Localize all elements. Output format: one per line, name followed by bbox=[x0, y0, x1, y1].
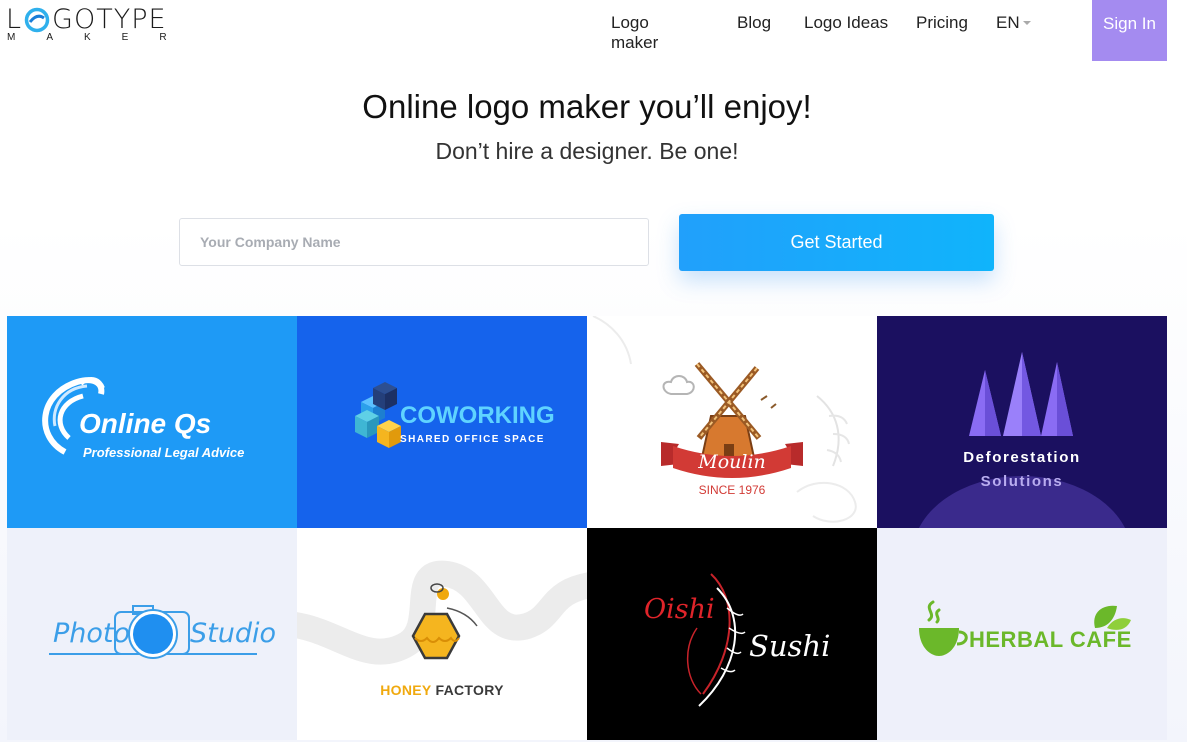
logo-tagline: Sushi bbox=[749, 629, 831, 663]
logo-name: Moulin bbox=[698, 451, 766, 473]
sign-in-button[interactable]: Sign In bbox=[1092, 0, 1167, 61]
logo-suffix: GOTYPE bbox=[52, 4, 167, 35]
nav-logo-maker[interactable]: Logo maker bbox=[611, 13, 658, 53]
logo-wordmark: L GOTYPE bbox=[6, 4, 181, 35]
logo-name: Oishi bbox=[644, 594, 715, 625]
hero-subtitle: Don’t hire a designer. Be one! bbox=[435, 138, 739, 164]
logo-tile-moulin[interactable]: Moulin SINCE 1976 bbox=[587, 316, 877, 528]
logo-tagline: Solutions bbox=[980, 473, 1064, 490]
logo-prefix: L bbox=[6, 4, 23, 35]
logo-tagline: FACTORY bbox=[435, 682, 504, 698]
brand-logo[interactable]: L GOTYPE MAKER bbox=[6, 4, 181, 50]
language-label: EN bbox=[996, 13, 1020, 32]
logo-tagline: Studio bbox=[190, 618, 276, 649]
logo-tile-coworking[interactable]: COWORKING SHARED OFFICE SPACE bbox=[297, 316, 587, 528]
logo-name: HERBAL CAFE bbox=[969, 627, 1132, 652]
logo-gallery: Online Qs Professional Legal Advice COWO… bbox=[7, 316, 1167, 740]
company-name-input[interactable] bbox=[179, 218, 649, 266]
get-started-button[interactable]: Get Started bbox=[679, 214, 994, 271]
site-header: L GOTYPE MAKER Logo maker Blog Logo Idea… bbox=[0, 0, 1187, 62]
logo-wordmark: HONEY FACTORY bbox=[297, 682, 587, 698]
trees-icon bbox=[918, 352, 1126, 528]
logo-tile-deforestation[interactable]: Deforestation Solutions bbox=[877, 316, 1167, 528]
chevron-down-icon bbox=[1022, 21, 1031, 25]
logo-name: Deforestation bbox=[963, 449, 1081, 466]
logo-tile-honey-factory[interactable]: HONEY FACTORY bbox=[297, 528, 587, 740]
logo-name: Photo bbox=[53, 618, 131, 649]
logo-tile-online-qs[interactable]: Online Qs Professional Legal Advice bbox=[7, 316, 297, 528]
language-selector[interactable]: EN bbox=[996, 13, 1031, 33]
logo-subtitle: MAKER bbox=[7, 32, 198, 43]
honeycomb-icon bbox=[297, 560, 587, 665]
logo-name: COWORKING bbox=[400, 402, 555, 429]
logo-name: Online Qs bbox=[79, 408, 212, 439]
nav-blog[interactable]: Blog bbox=[737, 13, 771, 33]
feather-icon bbox=[686, 573, 746, 707]
logo-tagline: SINCE 1976 bbox=[698, 483, 766, 497]
hero-title: Online logo maker you’ll enjoy! bbox=[362, 88, 812, 125]
nav-pricing[interactable]: Pricing bbox=[916, 13, 968, 33]
logo-name: HONEY bbox=[380, 682, 432, 698]
logo-tile-herbal-cafe[interactable]: HERBAL CAFE bbox=[877, 528, 1167, 740]
logo-tagline: SHARED OFFICE SPACE bbox=[400, 434, 545, 445]
logo-ring-icon bbox=[24, 7, 50, 32]
logo-tile-photo-studio[interactable]: Photo Studio bbox=[7, 528, 297, 740]
logo-tile-oishi-sushi[interactable]: Oishi Sushi bbox=[587, 528, 877, 740]
logo-tagline: Professional Legal Advice bbox=[83, 445, 245, 460]
nav-logo-ideas[interactable]: Logo Ideas bbox=[804, 13, 904, 33]
